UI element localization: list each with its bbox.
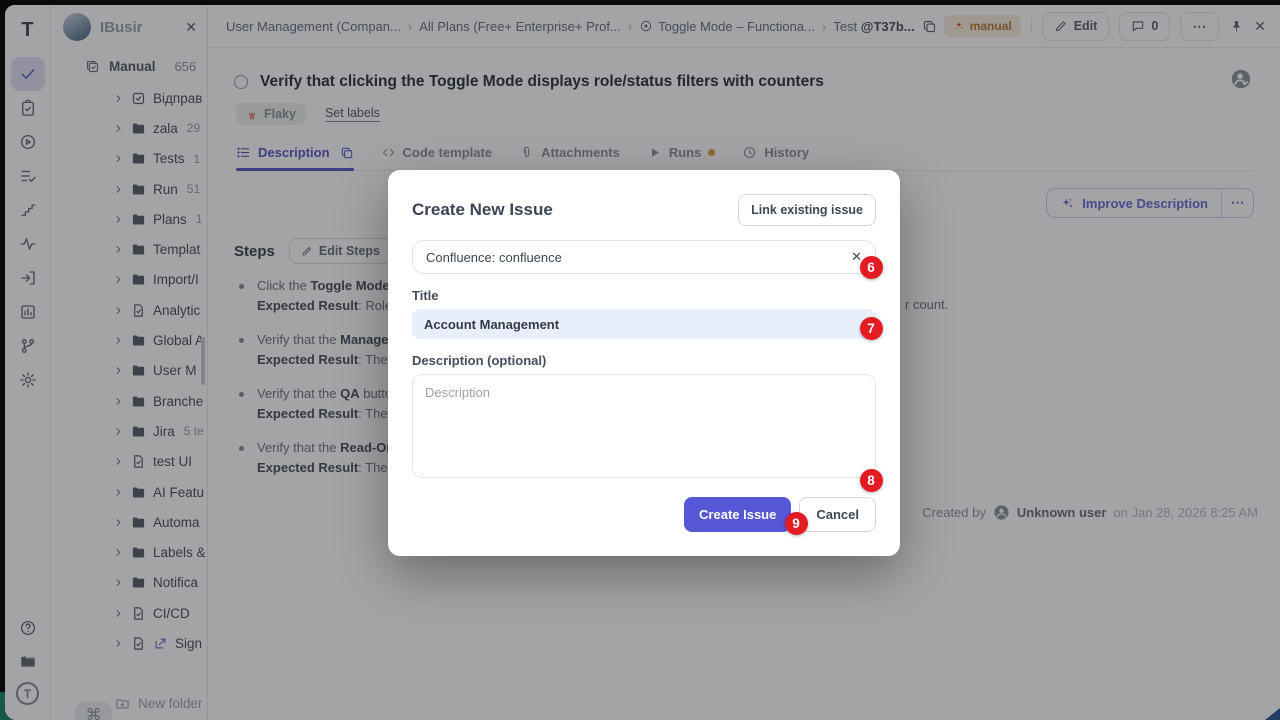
integration-select[interactable]: Confluence: confluence ✕ [412, 240, 876, 274]
annotation-badge-7: 7 [860, 317, 883, 340]
annotation-badge-8: 8 [860, 469, 883, 492]
screen: T T IBusir [0, 0, 1280, 720]
create-issue-modal: Create New Issue Link existing issue Con… [388, 170, 900, 556]
issue-title-label: Title [412, 288, 876, 303]
issue-title-input[interactable] [412, 309, 876, 339]
annotation-badge-6: 6 [860, 256, 883, 279]
link-existing-issue-button[interactable]: Link existing issue [738, 194, 876, 226]
integration-select-value: Confluence: confluence [426, 250, 562, 265]
modal-header: Create New Issue Link existing issue [412, 194, 876, 226]
issue-description-textarea[interactable] [412, 374, 876, 478]
issue-description-label: Description (optional) [412, 353, 876, 368]
create-issue-button[interactable]: Create Issue [684, 497, 791, 532]
cancel-button[interactable]: Cancel [799, 497, 876, 532]
annotation-badge-9: 9 [785, 512, 808, 535]
modal-title: Create New Issue [412, 200, 553, 220]
